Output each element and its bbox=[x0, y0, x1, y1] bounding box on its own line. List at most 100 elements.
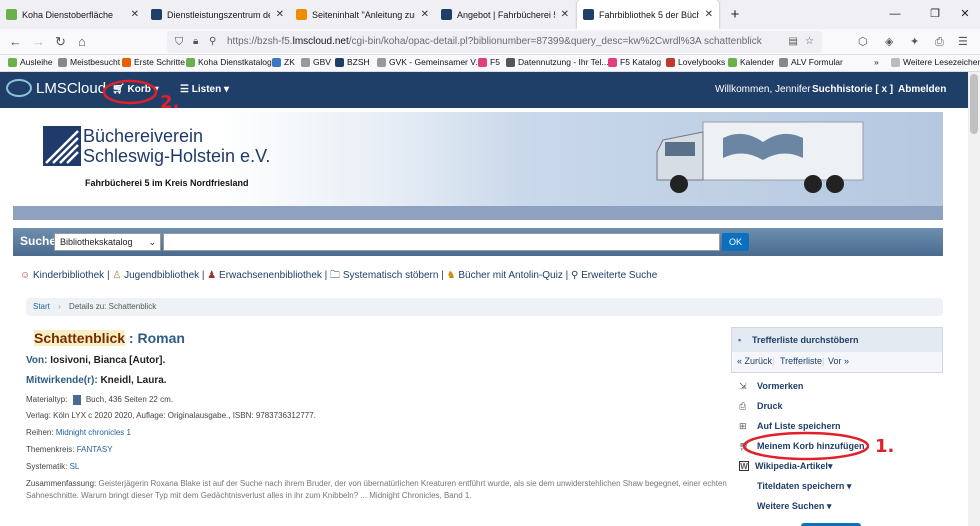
reload-icon[interactable]: ↻ bbox=[55, 34, 66, 50]
erwachsenenbibliothek-link[interactable]: ♟ Erwachsenenbibliothek bbox=[207, 270, 322, 281]
library-name-line1: Büchereiverein bbox=[83, 126, 204, 146]
results-browser-toggle[interactable]: ▪ Trefferliste durchstöbern bbox=[732, 328, 942, 352]
author-link[interactable]: Iosivoni, Bianca [Autor]. bbox=[50, 355, 165, 366]
bookmark-erste-schritte[interactable]: Erste Schritte bbox=[122, 57, 185, 67]
folder-icon: 🗀︎ bbox=[330, 270, 341, 281]
window-close-button[interactable]: ✕ bbox=[950, 0, 980, 29]
isbn-label: , ISBN: bbox=[228, 411, 254, 420]
bookmark-star-icon[interactable]: ☆ bbox=[805, 31, 814, 53]
bookmark-f5-katalog[interactable]: F5 Katalog bbox=[608, 57, 661, 67]
bookmark-bzsh[interactable]: BZSH bbox=[335, 57, 370, 67]
material-type-value: Buch bbox=[85, 395, 105, 405]
bookmark-f5[interactable]: F5 bbox=[478, 57, 500, 67]
kinderbibliothek-link[interactable]: ☺ Kinderbibliothek bbox=[20, 270, 104, 281]
search-label: Suche bbox=[20, 234, 57, 248]
bookmarks-more-button[interactable]: » bbox=[874, 57, 879, 67]
results-browser: ▪ Trefferliste durchstöbern « Zurück | Tr… bbox=[731, 327, 943, 373]
back-icon[interactable]: ← bbox=[9, 34, 22, 50]
search-scope-select[interactable]: Bibliothekskatalog ⌄ bbox=[54, 233, 161, 251]
author-line: Von: Iosivoni, Bianca [Autor]. bbox=[26, 355, 165, 366]
close-tab-icon[interactable]: ✕ bbox=[705, 9, 713, 20]
extension-icon[interactable]: ✦ bbox=[910, 34, 919, 50]
menu-icon[interactable]: ☰ bbox=[958, 34, 968, 50]
breadcrumb-home-link[interactable]: Start bbox=[33, 302, 50, 311]
publisher-line: Verlag: Köln LYX c 2020 2020, Auflage: O… bbox=[26, 411, 316, 420]
system-line: Systematik: SL bbox=[26, 462, 79, 471]
shield-icon[interactable]: ⛉ bbox=[175, 31, 183, 53]
summary-text-1: Geisterjägerin Roxana Blake ist auf der … bbox=[98, 479, 727, 488]
tab-bar: Koha Dienstoberfläche ✕ Dienstleistungsze… bbox=[0, 0, 980, 29]
bookmark-icon bbox=[779, 57, 788, 67]
lmscloud-logo[interactable]: LMSCloud bbox=[6, 79, 106, 97]
other-bookmarks[interactable]: Weitere Lesezeichen bbox=[891, 57, 980, 67]
close-tab-icon[interactable]: ✕ bbox=[421, 9, 429, 20]
jugendbibliothek-link[interactable]: ♙ Jugendbibliothek bbox=[112, 270, 199, 281]
bookmarks-toolbar: Ausleihe Meistbesucht Erste Schritte Koh… bbox=[0, 55, 980, 72]
person-icon: ♟ bbox=[207, 270, 217, 281]
koha-favicon-icon bbox=[6, 9, 17, 20]
scrollbar-thumb[interactable] bbox=[970, 74, 978, 134]
bookmark-ausleihe[interactable]: Ausleihe bbox=[8, 57, 53, 67]
home-icon[interactable]: ⌂ bbox=[78, 34, 86, 50]
url-bar[interactable]: ⛉ 🔒︎ ⚲ https://bzsh-f5.lmscloud.net/cgi-… bbox=[167, 31, 822, 53]
antolin-icon: ♞ bbox=[446, 270, 456, 281]
bookmark-kalender[interactable]: Kalender bbox=[728, 57, 774, 67]
url-text[interactable]: https://bzsh-f5.lmscloud.net/cgi-bin/koh… bbox=[227, 31, 762, 53]
bookmark-gbv[interactable]: GBV bbox=[301, 57, 331, 67]
print-icon[interactable]: ⎙ bbox=[935, 34, 944, 50]
bookmark-gvk[interactable]: GVK - Gemeinsamer V... bbox=[377, 57, 482, 67]
next-record-link[interactable]: Vor » bbox=[828, 354, 849, 368]
page-scrollbar[interactable] bbox=[968, 72, 980, 526]
bookmark-label: F5 bbox=[490, 57, 500, 67]
antolin-link[interactable]: ♞ Bücher mit Antolin-Quiz bbox=[447, 270, 563, 281]
new-tab-button[interactable]: + bbox=[720, 0, 750, 29]
bookmark-datennutzung[interactable]: Datennutzung - Ihr Tel... bbox=[506, 57, 609, 67]
print-action[interactable]: ⎙ Druck bbox=[739, 401, 783, 412]
bookmark-meistbesucht[interactable]: Meistbesucht bbox=[58, 57, 120, 67]
advanced-search-link[interactable]: ⚲ Erweiterte Suche bbox=[571, 270, 657, 281]
forward-icon[interactable]: → bbox=[32, 34, 45, 50]
author-label: Von: bbox=[26, 355, 48, 366]
bookmark-lovelybooks[interactable]: Lovelybooks bbox=[666, 57, 725, 67]
close-tab-icon[interactable]: ✕ bbox=[131, 9, 139, 20]
book-icon bbox=[72, 395, 81, 405]
system-link[interactable]: SL bbox=[70, 462, 80, 471]
search-ok-button[interactable]: OK bbox=[722, 233, 749, 251]
topic-link[interactable]: FANTASY bbox=[77, 445, 113, 454]
bookmark-koha-dienstkatalog[interactable]: Koha Dienstkatalog bbox=[186, 57, 272, 67]
tab-dienstleistungszentrum[interactable]: Dienstleistungszentrum der Bü ✕ bbox=[145, 0, 290, 29]
close-tab-icon[interactable]: ✕ bbox=[561, 9, 569, 20]
lock-icon[interactable]: 🔒︎ bbox=[193, 31, 198, 53]
navigation-toolbar: ← → ↻ ⌂ ⛉ 🔒︎ ⚲ https://bzsh-f5.lmscloud.… bbox=[0, 29, 980, 55]
bookmark-icon bbox=[186, 57, 195, 67]
close-tab-icon[interactable]: ✕ bbox=[276, 9, 284, 20]
contributor-link[interactable]: Kneidl, Laura. bbox=[100, 375, 166, 386]
url-prefix: https://bzsh-f5. bbox=[227, 36, 293, 47]
results-list-link[interactable]: Trefferliste bbox=[780, 354, 822, 368]
series-link[interactable]: Midnight chronicles 1 bbox=[56, 428, 131, 437]
more-searches-action[interactable]: Weitere Suchen ▾ bbox=[757, 501, 831, 512]
previous-record-link[interactable]: « Zurück bbox=[737, 354, 772, 368]
tab-seiteninhalt[interactable]: Seiteninhalt "Anleitung zum Re ✕ bbox=[290, 0, 435, 29]
globe-icon bbox=[301, 57, 310, 67]
bookmark-icon bbox=[478, 57, 487, 67]
window-minimize-button[interactable]: — bbox=[880, 0, 910, 29]
logout-link[interactable]: Abmelden bbox=[898, 84, 946, 95]
bookmark-label: ZK bbox=[284, 57, 295, 67]
systematisch-link[interactable]: 🗀︎ Systematisch stöbern bbox=[330, 270, 438, 281]
place-hold-action[interactable]: ⇲ Vormerken bbox=[739, 381, 803, 392]
permissions-icon[interactable]: ⚲ bbox=[209, 31, 216, 53]
tab-koha[interactable]: Koha Dienstoberfläche ✕ bbox=[0, 0, 145, 29]
reader-view-icon[interactable]: ▤ bbox=[789, 31, 798, 53]
search-history-link[interactable]: Suchhistorie [ x ] bbox=[812, 84, 893, 95]
bookmark-alv-formular[interactable]: ALV Formular bbox=[779, 57, 843, 67]
tab-fahrbibliothek[interactable]: Fahrbibliothek 5 der Büchereize ✕ bbox=[577, 0, 719, 29]
save-record-action[interactable]: Titeldaten speichern ▾ bbox=[757, 481, 851, 492]
pocket-icon[interactable]: ⬡ bbox=[858, 34, 868, 50]
bookmark-zk[interactable]: ZK bbox=[272, 57, 295, 67]
shield-extension-icon[interactable]: ◈ bbox=[885, 34, 893, 50]
window-restore-button[interactable]: ❐ bbox=[920, 0, 950, 29]
tab-angebot[interactable]: Angebot | Fahrbücherei 5 ✕ bbox=[435, 0, 575, 29]
search-input[interactable] bbox=[163, 233, 720, 251]
browser-window: Koha Dienstoberfläche ✕ Dienstleistungsze… bbox=[0, 0, 980, 526]
